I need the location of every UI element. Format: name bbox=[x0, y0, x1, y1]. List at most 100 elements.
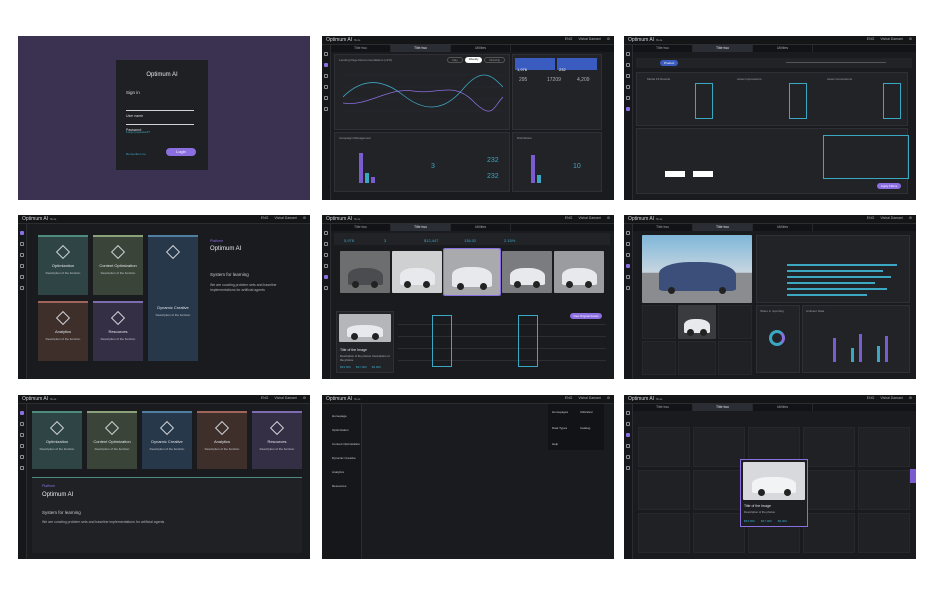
user-icon[interactable] bbox=[626, 286, 630, 290]
dashboard-icon[interactable] bbox=[626, 242, 630, 246]
tile-dynamic-creative[interactable]: Dynamic Creative Description of the funct… bbox=[142, 411, 192, 469]
chart-icon[interactable] bbox=[324, 96, 328, 100]
username-field[interactable]: User name bbox=[126, 104, 194, 118]
dashboard-icon[interactable] bbox=[324, 242, 328, 246]
user-icon[interactable] bbox=[324, 107, 328, 111]
filter-slider[interactable] bbox=[786, 62, 886, 63]
row-input[interactable] bbox=[665, 171, 685, 177]
settings-icon[interactable]: ⚙ bbox=[909, 216, 912, 220]
apply-filters-button[interactable]: Apply Filters bbox=[877, 183, 901, 189]
settings-icon[interactable]: ⚙ bbox=[303, 216, 306, 220]
lang-select[interactable]: ENG bbox=[867, 396, 875, 400]
car-photo[interactable] bbox=[502, 251, 552, 293]
remember-me-checkbox[interactable]: Remember me bbox=[126, 152, 146, 156]
home-icon[interactable] bbox=[626, 231, 630, 235]
tab-3[interactable]: Utilities bbox=[753, 45, 813, 52]
menu-item-resources[interactable]: Resources bbox=[332, 484, 361, 488]
image-cell[interactable] bbox=[638, 427, 690, 467]
forgot-password-link[interactable]: Forgot password? bbox=[126, 130, 150, 134]
home-icon[interactable] bbox=[20, 231, 24, 235]
user-icon[interactable] bbox=[626, 466, 630, 470]
lang-select[interactable]: ENG bbox=[565, 37, 573, 41]
home-icon[interactable] bbox=[324, 52, 328, 56]
tab-2[interactable]: Title two bbox=[391, 45, 451, 52]
dashboard-icon[interactable] bbox=[20, 422, 24, 426]
dropdown-item[interactable]: Utilization bbox=[580, 410, 593, 414]
car-photo-selected[interactable] bbox=[443, 248, 501, 296]
lang-select[interactable]: ENG bbox=[261, 396, 269, 400]
home-icon[interactable] bbox=[626, 52, 630, 56]
menu-item-optimization[interactable]: Optimization bbox=[332, 428, 361, 432]
scroll-handle[interactable] bbox=[910, 469, 916, 483]
image-cell[interactable] bbox=[693, 470, 745, 510]
tab-3[interactable]: Utilities bbox=[753, 224, 813, 231]
tile-analytics[interactable]: Analytics Description of the function bbox=[38, 301, 88, 361]
link-icon[interactable] bbox=[20, 444, 24, 448]
image-cell[interactable] bbox=[858, 470, 910, 510]
tile-optimization[interactable]: Optimization Description of the function bbox=[38, 235, 88, 295]
image-cell[interactable] bbox=[718, 305, 752, 339]
hero-photo[interactable] bbox=[642, 235, 752, 303]
user-name[interactable]: Vishal Damani bbox=[578, 37, 601, 41]
image-overlay[interactable]: Title of the Image Description of the ph… bbox=[740, 459, 808, 527]
doc-icon[interactable] bbox=[20, 433, 24, 437]
link-icon[interactable] bbox=[324, 264, 328, 268]
link-icon[interactable] bbox=[20, 264, 24, 268]
toggle-monthly[interactable]: Monthly bbox=[484, 57, 505, 63]
tab-1[interactable]: Title two bbox=[633, 404, 693, 411]
dashboard-icon[interactable] bbox=[626, 63, 630, 67]
row-input[interactable] bbox=[693, 171, 713, 177]
chart-icon[interactable] bbox=[20, 455, 24, 459]
car-photo[interactable] bbox=[392, 251, 442, 293]
tile-content-optimization[interactable]: Content Optimization Description of the f… bbox=[93, 235, 143, 295]
user-icon[interactable] bbox=[20, 466, 24, 470]
chart-icon[interactable] bbox=[20, 275, 24, 279]
user-name[interactable]: Vishal Damani bbox=[880, 396, 903, 400]
menu-item-content[interactable]: Content Optimization bbox=[332, 442, 361, 446]
password-field[interactable]: Password bbox=[126, 118, 194, 132]
chart-icon[interactable] bbox=[324, 275, 328, 279]
image-cell[interactable] bbox=[803, 470, 855, 510]
image-cell[interactable] bbox=[638, 513, 690, 553]
image-cell[interactable] bbox=[642, 305, 676, 339]
image-cell[interactable] bbox=[693, 513, 745, 553]
image-cell[interactable] bbox=[718, 341, 752, 375]
dropdown-item[interactable]: Catalog bbox=[580, 426, 590, 430]
tab-1[interactable]: Title two bbox=[331, 224, 391, 231]
user-icon[interactable] bbox=[20, 286, 24, 290]
tile-resources[interactable]: Resources Description of the function bbox=[93, 301, 143, 361]
doc-icon[interactable] bbox=[324, 253, 328, 257]
tab-2[interactable]: Title two bbox=[693, 224, 753, 231]
user-name[interactable]: Vishal Damani bbox=[274, 396, 297, 400]
chart-icon[interactable] bbox=[626, 455, 630, 459]
user-name[interactable]: Vishal Damani bbox=[578, 216, 601, 220]
menu-item-analytics[interactable]: Analytics bbox=[332, 470, 361, 474]
user-name[interactable]: Vishal Damani bbox=[880, 216, 903, 220]
doc-icon[interactable] bbox=[626, 74, 630, 78]
link-icon[interactable] bbox=[626, 264, 630, 268]
lang-select[interactable]: ENG bbox=[565, 396, 573, 400]
link-icon[interactable] bbox=[324, 85, 328, 89]
dashboard-icon[interactable] bbox=[626, 422, 630, 426]
image-cell[interactable] bbox=[642, 341, 676, 375]
image-cell[interactable] bbox=[803, 513, 855, 553]
link-icon[interactable] bbox=[626, 444, 630, 448]
chart-icon[interactable] bbox=[626, 96, 630, 100]
image-cell[interactable] bbox=[693, 427, 745, 467]
thumb-photo[interactable] bbox=[678, 305, 716, 339]
toggle-weekly[interactable]: Weekly bbox=[464, 57, 483, 63]
dropdown-item[interactable]: Data Types bbox=[552, 426, 567, 430]
menu-item-creative[interactable]: Dynamic Creative bbox=[332, 456, 361, 460]
image-cell[interactable] bbox=[858, 513, 910, 553]
tab-1[interactable]: Title two bbox=[633, 45, 693, 52]
menu-item-homepage[interactable]: Homepage bbox=[332, 414, 361, 418]
dashboard-icon[interactable] bbox=[324, 63, 328, 67]
dropdown-item[interactable]: Help bbox=[552, 442, 558, 446]
dashboard-icon[interactable] bbox=[20, 242, 24, 246]
home-icon[interactable] bbox=[20, 411, 24, 415]
image-cell[interactable] bbox=[803, 427, 855, 467]
tab-1[interactable]: Title two bbox=[633, 224, 693, 231]
user-icon[interactable] bbox=[324, 286, 328, 290]
login-button[interactable]: Login bbox=[166, 148, 196, 156]
user-name[interactable]: Vishal Damani bbox=[880, 37, 903, 41]
